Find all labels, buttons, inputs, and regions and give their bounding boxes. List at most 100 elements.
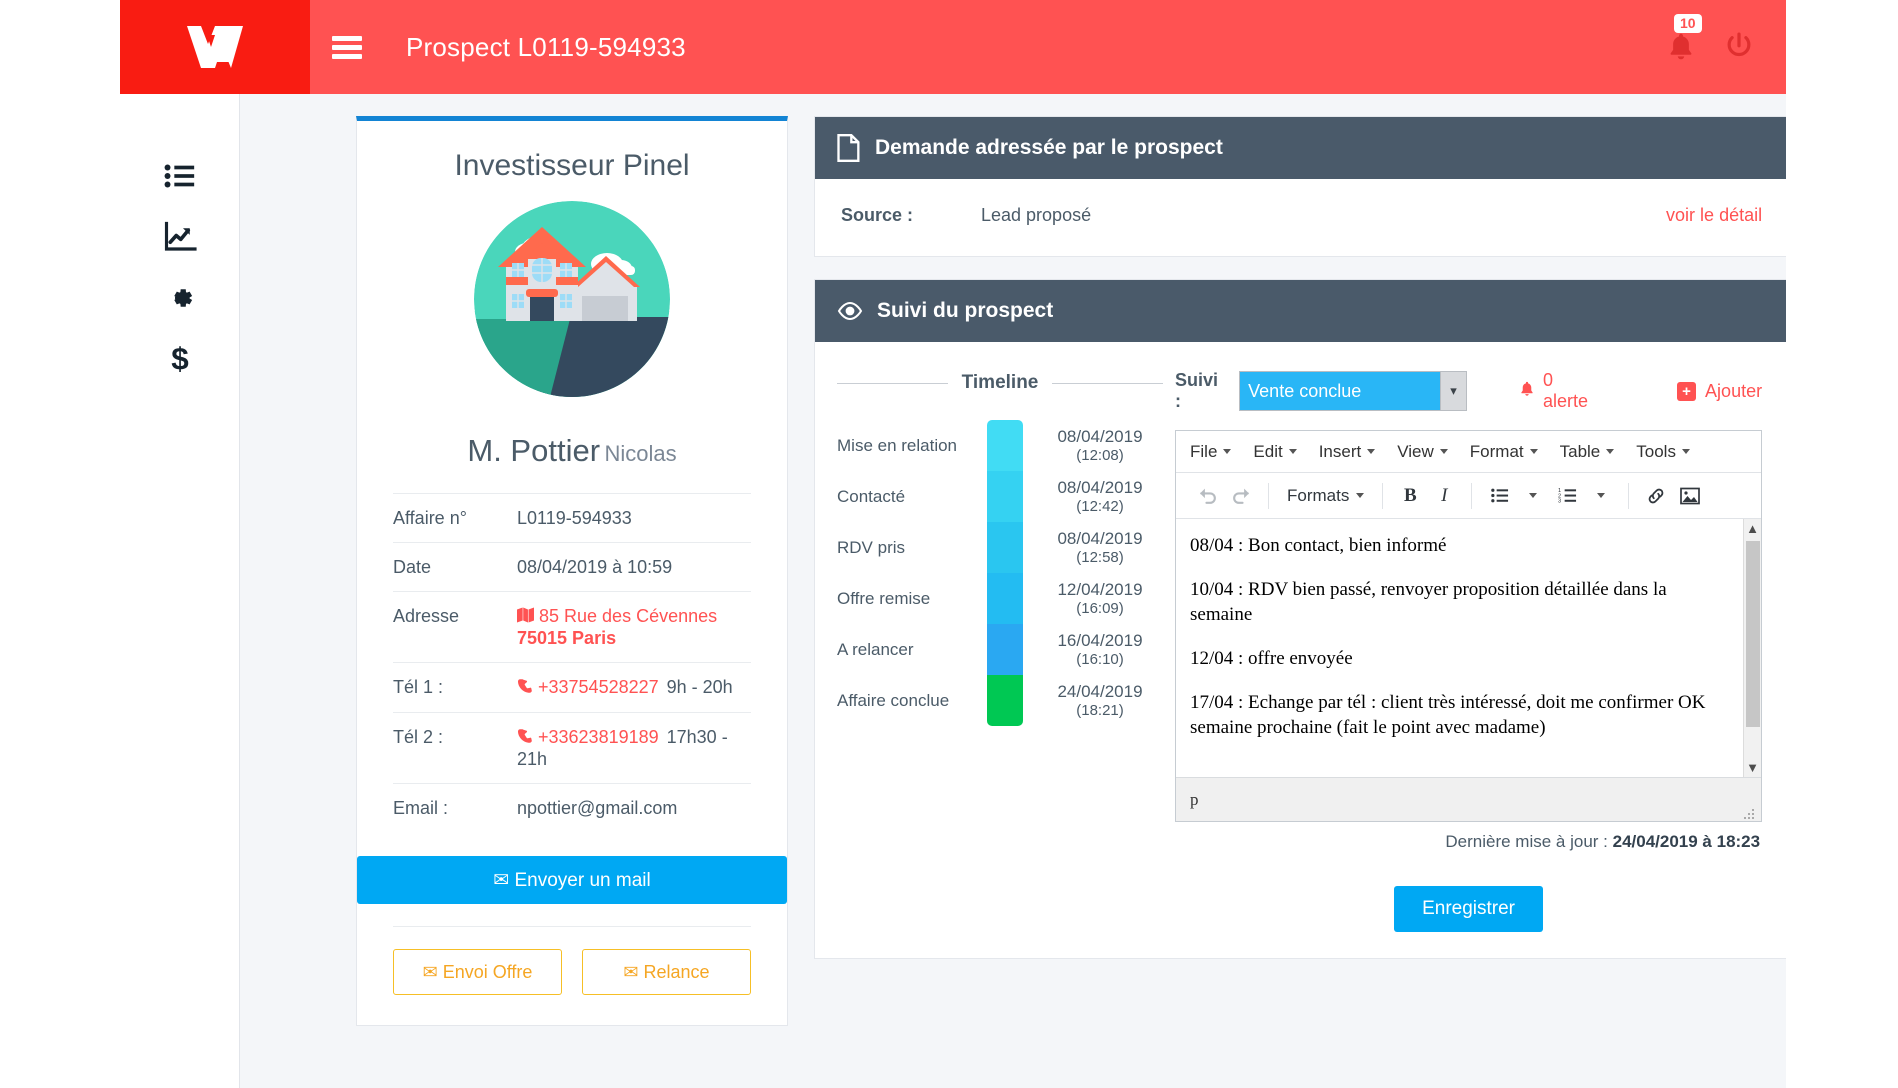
alerts-label: 0 alerte bbox=[1543, 370, 1589, 411]
hamburger-icon bbox=[332, 32, 362, 63]
suivi-status-select[interactable]: Vente conclue ▾ bbox=[1239, 371, 1467, 411]
eye-icon bbox=[837, 300, 863, 322]
rich-text-editor: File Edit Insert View Format Table Tools… bbox=[1175, 430, 1763, 822]
editor-menu-view[interactable]: View bbox=[1397, 442, 1448, 462]
prospect-profile-card: Investisseur Pinel M. Pottier Nicolas Af… bbox=[356, 116, 788, 1026]
chevron-down-icon bbox=[1529, 493, 1538, 498]
suivi-selected-value: Vente conclue bbox=[1248, 380, 1362, 401]
undo-icon[interactable] bbox=[1190, 479, 1224, 513]
add-followup-button[interactable]: + Ajouter bbox=[1677, 381, 1762, 402]
last-update-label: Dernière mise à jour : bbox=[1445, 832, 1608, 851]
editor-menu-table[interactable]: Table bbox=[1560, 442, 1615, 462]
editor-paragraph: 17/04 : Echange par tél : client très in… bbox=[1190, 691, 1706, 739]
send-offer-button[interactable]: ✉ Envoi Offre bbox=[393, 949, 562, 995]
top-header-bar: Prospect L0119-594933 10 bbox=[120, 0, 1786, 94]
chevron-down-icon[interactable]: ▼ bbox=[1746, 758, 1759, 777]
sidebar-nav: $ bbox=[120, 94, 240, 1088]
timeline-time: (12:42) bbox=[1076, 497, 1124, 515]
image-icon[interactable] bbox=[1673, 479, 1707, 513]
formats-label: Formats bbox=[1287, 485, 1350, 505]
bullet-list-dropdown-icon[interactable] bbox=[1516, 479, 1550, 513]
address-line-1[interactable]: 85 Rue des Cévennes bbox=[539, 606, 717, 626]
timeline-grid: Mise en relation Contacté RDV pris Offre… bbox=[837, 420, 1163, 726]
timeline-date: 12/04/2019 bbox=[1057, 580, 1143, 600]
link-icon[interactable] bbox=[1639, 479, 1673, 513]
editor-element-path[interactable]: p bbox=[1190, 790, 1199, 810]
address-line-2[interactable]: 75015 Paris bbox=[517, 628, 616, 648]
menu-label: Edit bbox=[1253, 441, 1283, 461]
info-value: 85 Rue des Cévennes 75015 Paris bbox=[517, 606, 751, 649]
timeline-date-cell: 08/04/2019 (12:42) bbox=[1037, 471, 1163, 522]
chevron-up-icon[interactable]: ▲ bbox=[1746, 519, 1759, 538]
app-logo[interactable] bbox=[120, 0, 310, 94]
send-mail-label: Envoyer un mail bbox=[514, 869, 651, 891]
divider bbox=[1052, 382, 1164, 384]
numbered-list-icon[interactable]: 1 2 3 bbox=[1550, 479, 1584, 513]
timeline-segment bbox=[987, 675, 1023, 726]
sidebar-item-list[interactable] bbox=[150, 146, 210, 206]
resize-handle-icon[interactable] bbox=[1743, 805, 1755, 819]
editor-section: Suivi : Vente conclue ▾ 0 alerte + Ajout… bbox=[1163, 342, 1786, 958]
timeline-dates: 08/04/2019 (12:08) 08/04/2019 (12:42) 08… bbox=[1023, 420, 1163, 726]
redo-icon[interactable] bbox=[1224, 479, 1258, 513]
editor-menu-tools[interactable]: Tools bbox=[1636, 442, 1690, 462]
left-rail-background bbox=[0, 0, 120, 1088]
phone-number-2[interactable]: +33623819189 bbox=[538, 727, 659, 747]
chevron-down-icon: ▾ bbox=[1440, 372, 1466, 410]
sidebar-item-settings[interactable] bbox=[150, 268, 210, 328]
sidebar-item-finance[interactable]: $ bbox=[150, 329, 210, 389]
timeline-date: 24/04/2019 bbox=[1057, 682, 1143, 702]
save-button[interactable]: Enregistrer bbox=[1394, 886, 1543, 932]
editor-scrollbar[interactable]: ▲ ▼ bbox=[1743, 519, 1762, 777]
svg-text:3: 3 bbox=[1558, 499, 1561, 505]
source-label: Source : bbox=[841, 205, 914, 225]
info-label: Tél 2 : bbox=[393, 727, 444, 747]
chevron-down-icon bbox=[1288, 449, 1297, 454]
sidebar-item-statistics[interactable] bbox=[150, 207, 210, 267]
phone-number-1[interactable]: +33754528227 bbox=[538, 677, 659, 697]
editor-menu-insert[interactable]: Insert bbox=[1319, 442, 1376, 462]
last-update-value: 24/04/2019 à 18:23 bbox=[1612, 832, 1761, 851]
menu-toggle-button[interactable] bbox=[310, 0, 384, 94]
scrollbar-thumb[interactable] bbox=[1746, 541, 1761, 727]
timeline-date-cell: 24/04/2019 (18:21) bbox=[1037, 675, 1163, 726]
info-row-address: Adresse 85 Rue des Cévennes 75015 Paris bbox=[393, 591, 751, 662]
avatar bbox=[474, 201, 670, 397]
timeline-segment bbox=[987, 471, 1023, 522]
list-icon bbox=[164, 164, 194, 188]
power-logout-button[interactable] bbox=[1724, 31, 1754, 63]
bullet-list-icon[interactable] bbox=[1482, 479, 1516, 513]
timeline-time: (16:10) bbox=[1076, 650, 1124, 668]
editor-menu-format[interactable]: Format bbox=[1470, 442, 1538, 462]
bell-icon bbox=[1519, 380, 1535, 403]
timeline-segment bbox=[987, 573, 1023, 624]
editor-menu-edit[interactable]: Edit bbox=[1253, 441, 1297, 462]
info-row-email: Email : npottier@gmail.com bbox=[393, 783, 751, 832]
last-update-row: Dernière mise à jour : 24/04/2019 à 18:2… bbox=[1175, 822, 1762, 852]
editor-content-area[interactable]: 08/04 : Bon contact, bien informé 10/04 … bbox=[1176, 519, 1762, 777]
timeline-date-cell: 08/04/2019 (12:08) bbox=[1037, 420, 1163, 471]
timeline-stage-labels: Mise en relation Contacté RDV pris Offre… bbox=[837, 420, 987, 726]
editor-menu-file[interactable]: File bbox=[1190, 442, 1232, 462]
timeline-date-cell: 12/04/2019 (16:09) bbox=[1037, 573, 1163, 624]
timeline-date: 08/04/2019 bbox=[1057, 478, 1143, 498]
relaunch-button[interactable]: ✉ Relance bbox=[582, 949, 751, 995]
notifications-button[interactable]: 10 bbox=[1666, 14, 1702, 63]
view-detail-link[interactable]: voir le détail bbox=[1666, 205, 1762, 226]
chevron-down-icon bbox=[1597, 493, 1606, 498]
formats-dropdown[interactable]: Formats bbox=[1279, 486, 1372, 506]
info-value[interactable]: npottier@gmail.com bbox=[517, 798, 751, 819]
divider bbox=[837, 382, 948, 384]
notification-count-badge: 10 bbox=[1674, 14, 1702, 34]
application-window: Prospect L0119-594933 10 $ Investisseur … bbox=[120, 0, 1786, 1088]
suivi-panel: Suivi du prospect Timeline Mise en relat… bbox=[814, 279, 1786, 959]
bold-icon[interactable]: B bbox=[1393, 479, 1427, 513]
italic-icon[interactable]: I bbox=[1427, 479, 1461, 513]
numbered-list-dropdown-icon[interactable] bbox=[1584, 479, 1618, 513]
alerts-link[interactable]: 0 alerte bbox=[1519, 370, 1597, 412]
right-column: Demande adressée par le prospect Source … bbox=[814, 116, 1786, 981]
prospect-info-table: Affaire n° L0119-594933 Date 08/04/2019 … bbox=[357, 493, 787, 832]
send-mail-button[interactable]: ✉ Envoyer un mail bbox=[357, 856, 787, 904]
prospect-first-name: Nicolas bbox=[604, 441, 677, 466]
chevron-down-icon bbox=[1223, 449, 1232, 454]
